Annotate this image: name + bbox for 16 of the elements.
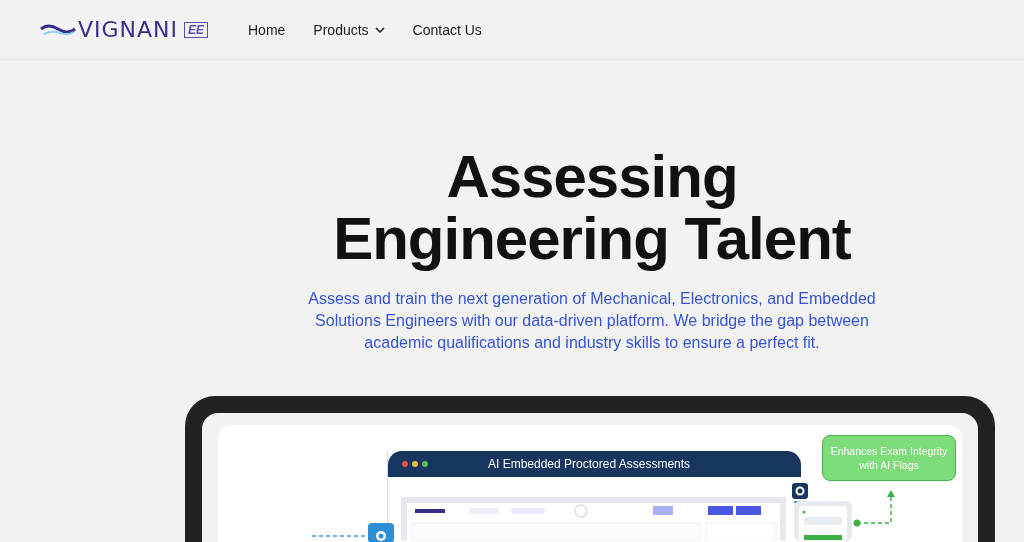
- nav-link[interactable]: Home: [248, 21, 286, 38]
- hero-title: Assessing Engineering Talent: [332, 146, 852, 270]
- wave-icon: [40, 22, 76, 37]
- nav-link[interactable]: Contact Us: [412, 21, 482, 38]
- device-preview-drawing: [794, 501, 852, 541]
- callout-note: Enhances Exam Integrity with AI Flags: [822, 435, 956, 481]
- connector-arrow: [853, 489, 895, 529]
- window-title: AI Embedded Proctored Assessments: [488, 457, 691, 471]
- logo-badge: EE: [184, 21, 209, 38]
- eye-icon: [368, 523, 394, 542]
- logo-text[interactable]: VIGNANI: [78, 17, 179, 42]
- nav-link[interactable]: Products: [313, 21, 385, 38]
- webcam-icon: [792, 483, 808, 503]
- chevron-down-icon: [374, 26, 385, 33]
- hero-subtitle: Assess and train the next generation of Mechanical, Electronics, and Embedded Solutions Engineers with our data-driven platform. We bridge the gap between academic qualifications and industry skills to ensure a perfect fit.: [307, 289, 877, 353]
- window-controls-icon: [402, 461, 428, 467]
